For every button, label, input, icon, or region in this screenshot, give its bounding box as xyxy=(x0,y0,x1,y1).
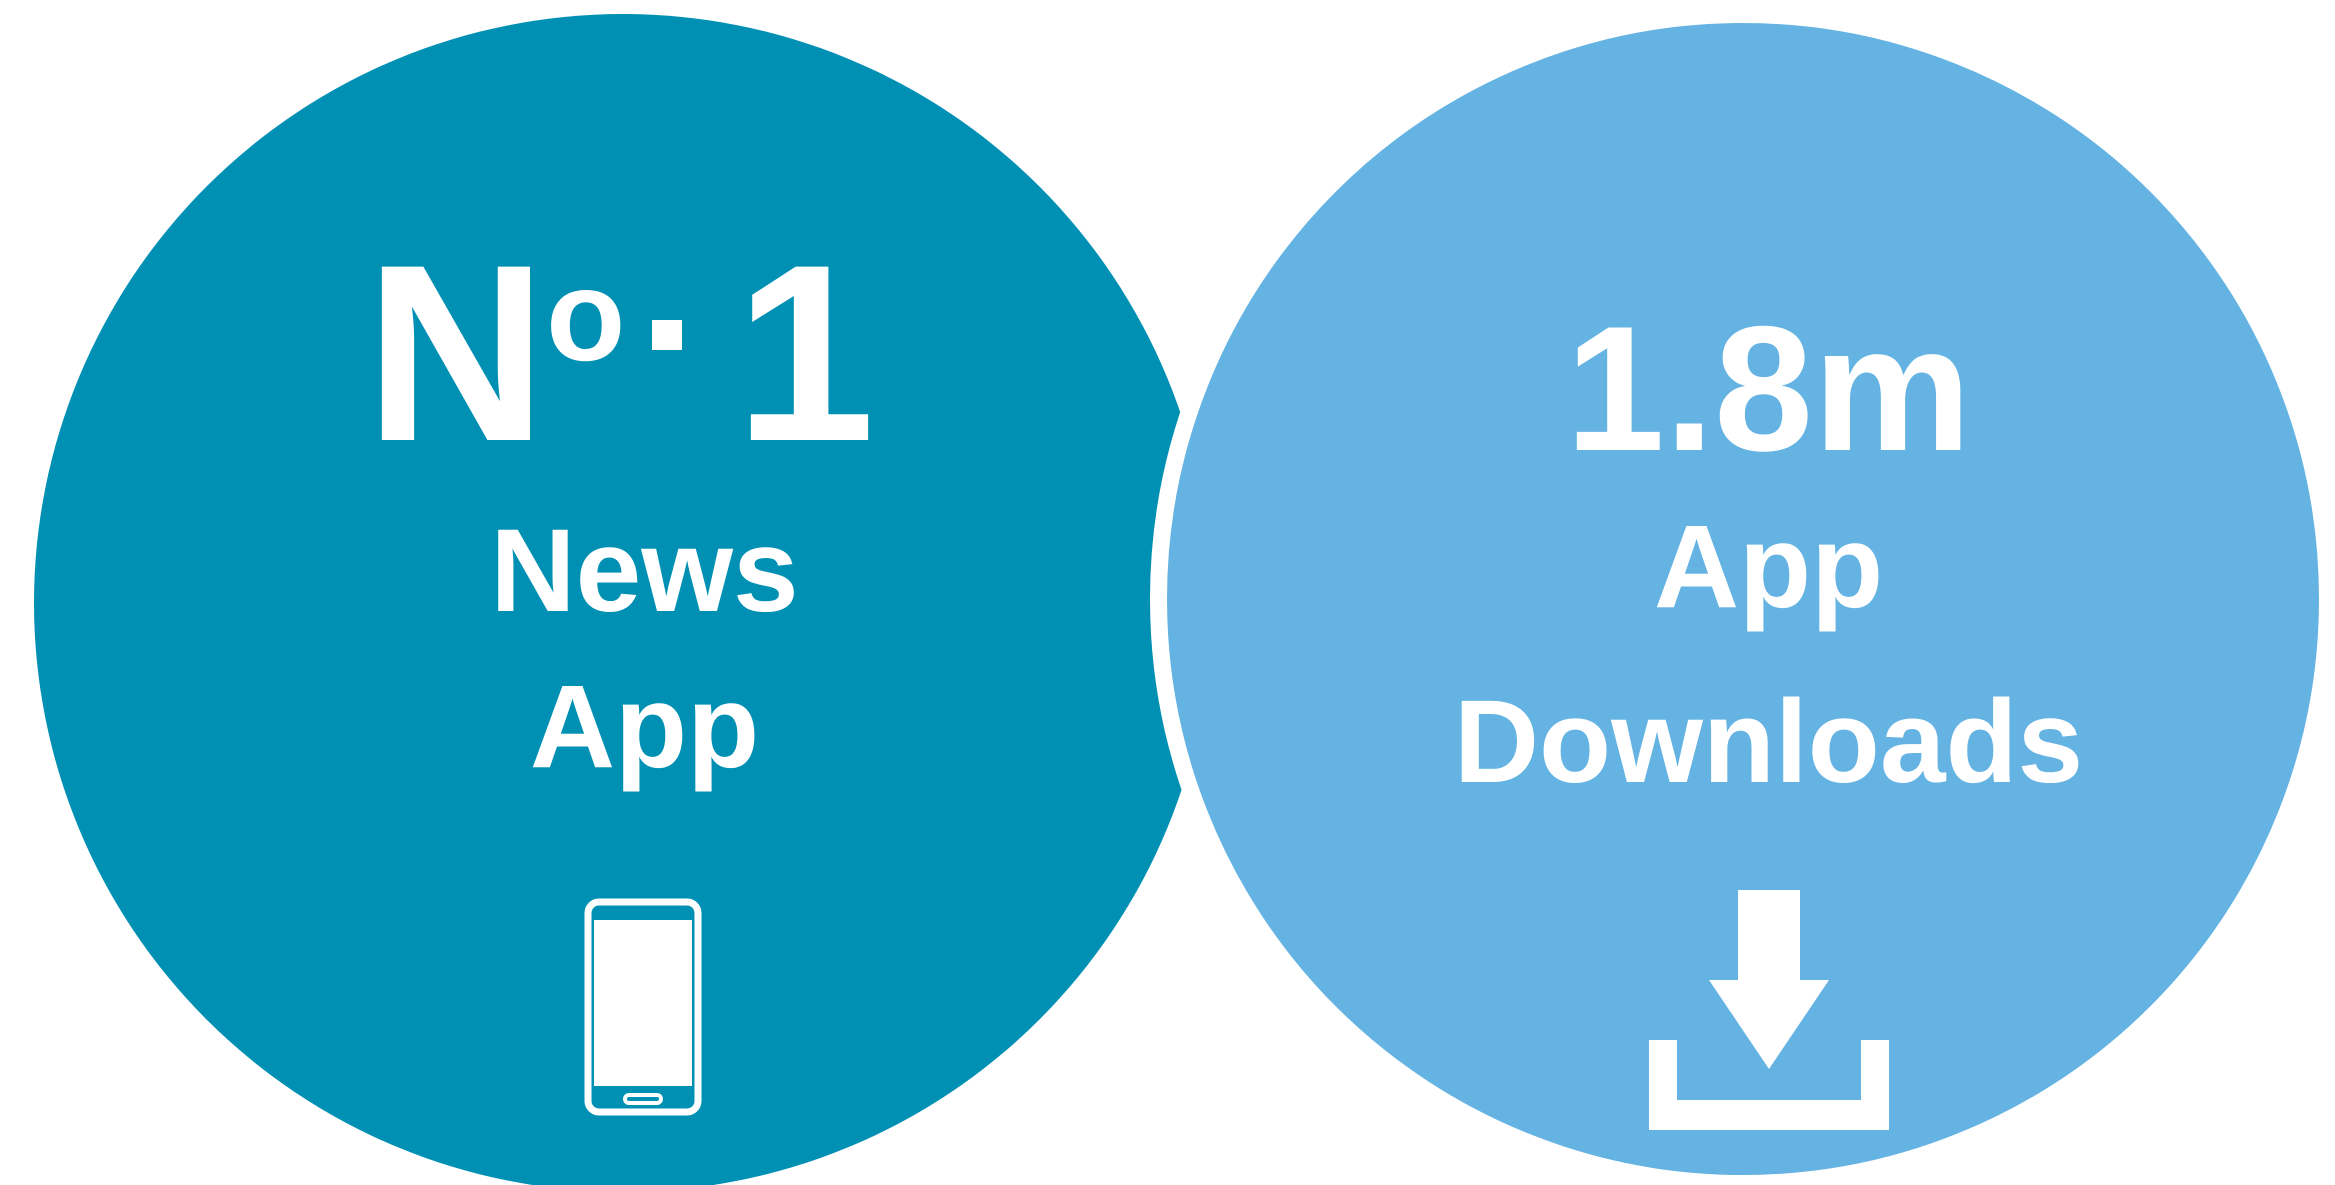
downloads-label-line1: App xyxy=(1653,501,1884,633)
news-app-label-line1: News xyxy=(490,505,799,637)
infographic: N o 1 News App 1.8m App Downloads xyxy=(0,0,2335,1185)
rank-number-dot xyxy=(652,320,682,350)
downloads-label-line2: Downloads xyxy=(1453,676,2084,808)
downloads-number: 1.8m xyxy=(1565,289,1972,488)
news-app-label-line2: App xyxy=(529,661,760,793)
smartphone-icon xyxy=(584,898,702,1116)
rank-number-superscript: o xyxy=(546,242,626,388)
rank-number-value: 1 xyxy=(735,213,876,494)
download-icon xyxy=(1649,890,1889,1130)
rank-number-letter: N xyxy=(365,213,547,494)
